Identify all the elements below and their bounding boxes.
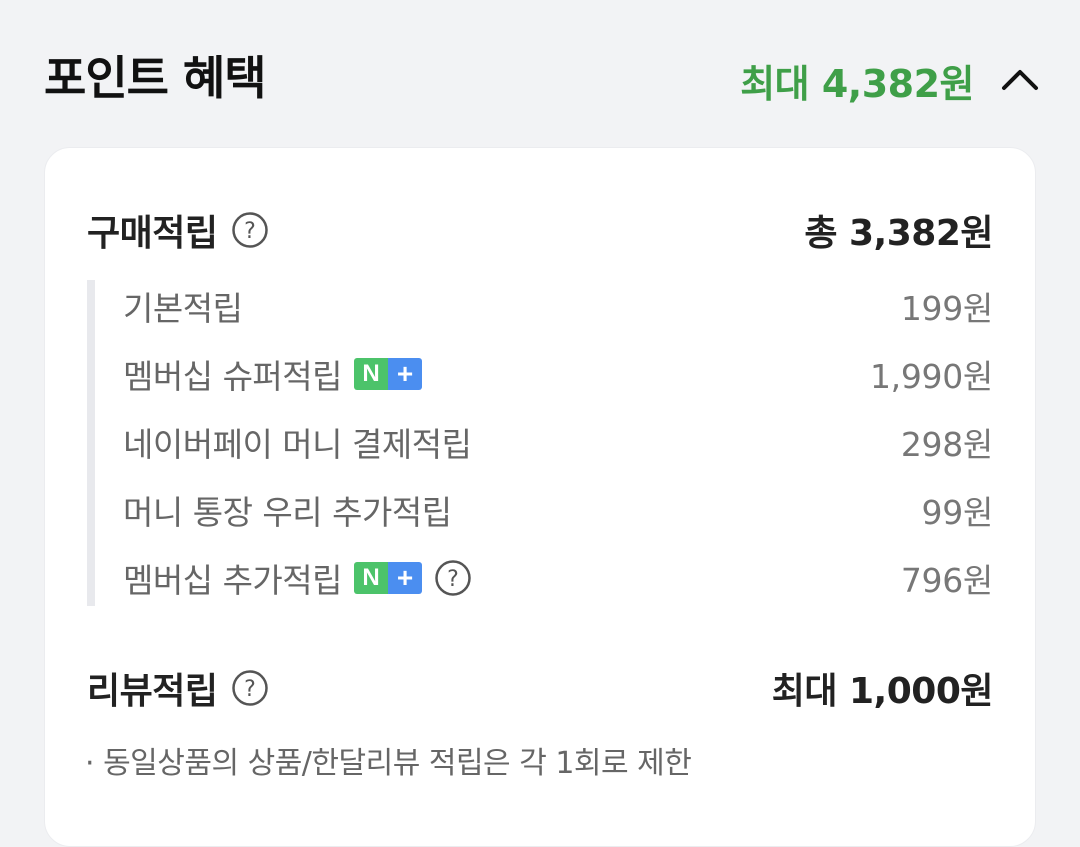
item-label: 네이버페이 머니 결제적립	[123, 425, 472, 464]
page-title: 포인트 혜택	[44, 51, 267, 105]
svg-text:?: ?	[245, 677, 257, 702]
list-item: 머니 통장 우리 추가적립 99원	[123, 482, 993, 538]
item-value: 796원	[900, 561, 993, 600]
svg-text:?: ?	[245, 219, 257, 244]
review-title: 리뷰적립	[87, 671, 218, 712]
svg-text:?: ?	[447, 567, 459, 592]
item-value: 1,990원	[869, 357, 993, 396]
list-item: 네이버페이 머니 결제적립 298원	[123, 414, 993, 470]
review-total: 최대 1,000원	[771, 671, 994, 712]
help-circle-icon[interactable]: ?	[434, 559, 472, 597]
purchase-breakdown-list: 기본적립 199원 멤버십 슈퍼적립 N + 1,990원 네이버페이 머니 결…	[87, 280, 993, 606]
review-limit-note: · 동일상품의 상품/한달리뷰 적립은 각 1회로 제한	[85, 746, 692, 781]
item-value: 298원	[900, 425, 993, 464]
point-benefit-header[interactable]: 포인트 혜택 최대 4,382원	[0, 0, 1080, 150]
help-circle-icon[interactable]: ?	[231, 669, 269, 707]
item-value: 99원	[921, 493, 994, 532]
naver-plus-badge-icon: N +	[354, 358, 423, 390]
max-points-label: 최대 4,382원	[740, 61, 974, 106]
item-label: 기본적립	[123, 289, 243, 328]
help-circle-icon[interactable]: ?	[231, 211, 269, 249]
item-label: 머니 통장 우리 추가적립	[123, 493, 452, 532]
purchase-section-header: 구매적립 ? 총 3,382원	[87, 200, 993, 260]
list-item: 멤버십 슈퍼적립 N + 1,990원	[123, 346, 993, 402]
list-item: 멤버십 추가적립 N + ? 796원	[123, 550, 993, 606]
header-summary[interactable]: 최대 4,382원	[740, 50, 1040, 110]
review-section-header: 리뷰적립 ? 최대 1,000원	[87, 658, 994, 718]
list-item: 기본적립 199원	[123, 278, 993, 334]
points-card: 구매적립 ? 총 3,382원 기본적립 199원 멤버십 슈퍼적립 N + 1…	[44, 147, 1036, 847]
purchase-total: 총 3,382원	[804, 213, 993, 254]
naver-plus-badge-icon: N +	[354, 562, 423, 594]
item-label: 멤버십 추가적립	[123, 561, 343, 600]
item-value: 199원	[900, 289, 993, 328]
chevron-up-icon[interactable]	[1000, 60, 1040, 100]
purchase-title: 구매적립	[87, 213, 218, 254]
item-label: 멤버십 슈퍼적립	[123, 357, 343, 396]
